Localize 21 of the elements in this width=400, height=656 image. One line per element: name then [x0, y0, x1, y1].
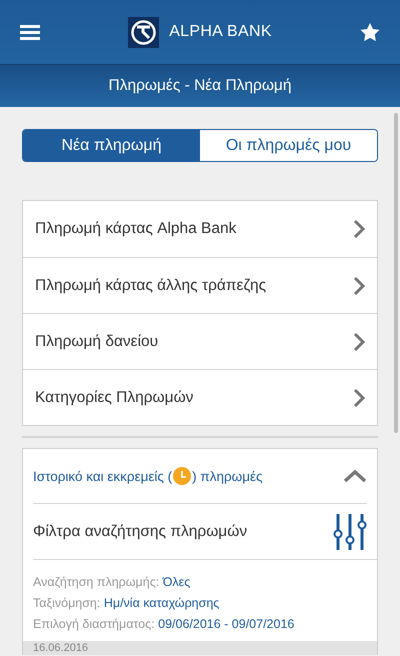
filters-label: Φίλτρα αναζήτησης πληρωμών: [33, 522, 248, 540]
page-title: Πληρωμές - Νέα Πληρωμή: [108, 77, 292, 95]
tab[interactable]: Οι πληρωμές μου: [200, 130, 377, 161]
filter-summary: Αναζήτηση πληρωμής: Όλες: [33, 574, 192, 591]
logo-icon: [128, 16, 160, 48]
filter-summary: Ταξινόμηση: Ημ/νία καταχώρησης: [33, 595, 220, 612]
chevron-right-icon: [353, 388, 365, 408]
logo-text: ALPHA BANK: [169, 23, 272, 41]
scrollbar[interactable]: [394, 113, 398, 433]
filter-sliders-icon[interactable]: [333, 514, 367, 550]
chevron-right-icon: [353, 219, 365, 239]
date-header: 16.06.2016: [23, 641, 377, 655]
section-title: Ιστορικό και εκκρεμείς ( ) πληρωμές: [33, 467, 263, 485]
chevron-right-icon: [353, 276, 365, 296]
tab[interactable]: Νέα πληρωμή: [23, 130, 200, 161]
chevron-right-icon: [353, 332, 365, 352]
clock-icon: [173, 467, 192, 485]
menu-icon[interactable]: [20, 24, 40, 40]
favorite-star-icon[interactable]: [360, 22, 380, 42]
filter-summary: Επιλογή διαστήματος: 09/06/2016 - 09/07/2016: [33, 616, 296, 633]
collapse-chevron-icon[interactable]: [343, 469, 367, 483]
